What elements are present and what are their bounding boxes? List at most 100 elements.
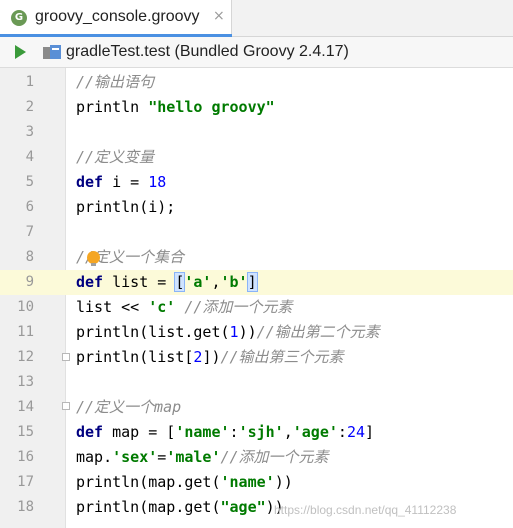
code-text: println(map.get('name')) — [76, 470, 293, 495]
code-token: map = [ — [103, 423, 176, 441]
string-literal: "age" — [220, 498, 266, 516]
line-number: 6 — [25, 199, 34, 215]
code-token: ]) — [202, 348, 221, 366]
string-literal: 'a' — [184, 273, 212, 291]
string-literal: 'male' — [166, 448, 221, 466]
code-text: println(map.get("age")) — [76, 495, 284, 520]
code-text: def list = ['a','b'] — [76, 270, 258, 295]
code-text: println(i); — [76, 198, 176, 216]
string-literal: 'sjh' — [238, 423, 284, 441]
code-line[interactable]: 16 map.'sex'='male'//添加一个元素 — [0, 445, 513, 470]
line-number: 3 — [25, 124, 34, 140]
code-text: map.'sex'='male'//添加一个元素 — [76, 445, 329, 470]
code-token: : — [229, 423, 239, 441]
line-number: 15 — [17, 424, 34, 440]
code-line[interactable]: 17 println(map.get('name')) — [0, 470, 513, 495]
code-token: println(list[ — [76, 348, 194, 366]
code-line[interactable]: 6 println(i); — [0, 195, 513, 220]
comment: //定义变量 — [76, 148, 155, 166]
code-line[interactable]: 10 list << 'c' //添加一个元素 — [0, 295, 513, 320]
fold-marker-icon[interactable] — [62, 402, 70, 410]
code-line[interactable]: 15 def map = ['name':'sjh','age':24] — [0, 420, 513, 445]
code-line[interactable]: 7 — [0, 220, 513, 245]
string-literal: 'sex' — [112, 448, 158, 466]
keyword: def — [76, 423, 104, 441]
comment: //输出第三个元素 — [220, 348, 344, 366]
editor-tab-bar: G groovy_console.groovy × — [0, 0, 513, 37]
matched-bracket: ] — [246, 272, 258, 292]
code-token: println — [76, 98, 149, 116]
code-line[interactable]: 14 //定义一个map — [0, 395, 513, 420]
code-line[interactable]: 13 — [0, 370, 513, 395]
code-token: println(map.get( — [76, 473, 221, 491]
code-text: println "hello groovy" — [76, 95, 275, 120]
watermark: https://blog.csdn.net/qq_41112238 — [274, 503, 457, 517]
line-number: 1 — [25, 74, 34, 90]
string-literal: 'name' — [220, 473, 275, 491]
line-number: 14 — [17, 399, 34, 415]
line-number: 5 — [25, 174, 34, 190]
code-text: //定义变量 — [76, 145, 154, 170]
line-number: 7 — [25, 224, 34, 240]
comment: //添加一个元素 — [220, 448, 329, 466]
tab-label: groovy_console.groovy — [35, 8, 200, 25]
comment: //添加一个元素 — [175, 298, 293, 316]
code-line[interactable]: 1 //输出语句 — [0, 70, 513, 95]
code-token: = — [157, 448, 167, 466]
string-literal: "hello groovy" — [148, 98, 275, 116]
number-literal: 18 — [148, 173, 167, 191]
code-text: def i = 18 — [76, 170, 166, 195]
current-code-line[interactable]: 9 def list = ['a','b'] — [0, 270, 513, 295]
code-line[interactable]: 5 def i = 18 — [0, 170, 513, 195]
module-icon[interactable] — [43, 45, 61, 61]
line-number: 4 — [25, 149, 34, 165]
code-token: list = — [103, 273, 176, 291]
line-number: 12 — [17, 349, 34, 365]
number-literal: 1 — [229, 323, 239, 341]
code-text: list << 'c' //添加一个元素 — [76, 295, 292, 320]
keyword: def — [76, 273, 104, 291]
run-icon[interactable] — [15, 45, 26, 59]
code-token: map. — [76, 448, 113, 466]
line-number: 13 — [17, 374, 34, 390]
line-number: 10 — [17, 299, 34, 315]
line-number: 16 — [17, 449, 34, 465]
code-text: //定义一个map — [76, 395, 181, 420]
code-text: println(list[2])//输出第三个元素 — [76, 345, 344, 370]
code-text: println(list.get(1))//输出第二个元素 — [76, 320, 380, 345]
line-number: 11 — [17, 324, 34, 340]
comment: //定义一个map — [76, 398, 182, 416]
code-token: i = — [103, 173, 149, 191]
number-literal: 24 — [346, 423, 365, 441]
code-token: : — [337, 423, 347, 441]
string-literal: 'b' — [220, 273, 248, 291]
intention-bulb-icon[interactable] — [87, 251, 100, 266]
code-line[interactable]: 12 println(list[2])//输出第三个元素 — [0, 345, 513, 370]
module-selector[interactable]: gradleTest.test (Bundled Groovy 2.4.17) — [66, 43, 349, 61]
code-token: , — [283, 423, 293, 441]
fold-marker-icon[interactable] — [62, 353, 70, 361]
code-token: )) — [274, 473, 293, 491]
code-text: //输出语句 — [76, 70, 154, 95]
line-number: 18 — [17, 499, 34, 515]
code-line[interactable]: 8 //定义一个集合 — [0, 245, 513, 270]
string-literal: 'name' — [175, 423, 230, 441]
line-number: 9 — [0, 270, 34, 295]
code-line[interactable]: 2 println "hello groovy" — [0, 95, 513, 120]
groovy-file-icon: G — [11, 10, 27, 26]
code-token: println(map.get( — [76, 498, 221, 516]
code-line[interactable]: 11 println(list.get(1))//输出第二个元素 — [0, 320, 513, 345]
string-literal: 'age' — [292, 423, 338, 441]
line-number: 8 — [25, 249, 34, 265]
close-icon[interactable]: × — [213, 8, 225, 24]
code-text: def map = ['name':'sjh','age':24] — [76, 420, 374, 445]
code-line[interactable]: 3 — [0, 120, 513, 145]
string-literal: 'c' — [148, 298, 176, 316]
tab-groovy-console[interactable]: G groovy_console.groovy × — [0, 0, 232, 37]
code-editor[interactable]: 1 //输出语句 2 println "hello groovy" 3 4 //… — [0, 68, 513, 528]
code-line[interactable]: 4 //定义变量 — [0, 145, 513, 170]
line-number: 17 — [17, 474, 34, 490]
comment: //输出第二个元素 — [256, 323, 380, 341]
keyword: def — [76, 173, 104, 191]
console-toolbar: gradleTest.test (Bundled Groovy 2.4.17) — [0, 37, 513, 68]
